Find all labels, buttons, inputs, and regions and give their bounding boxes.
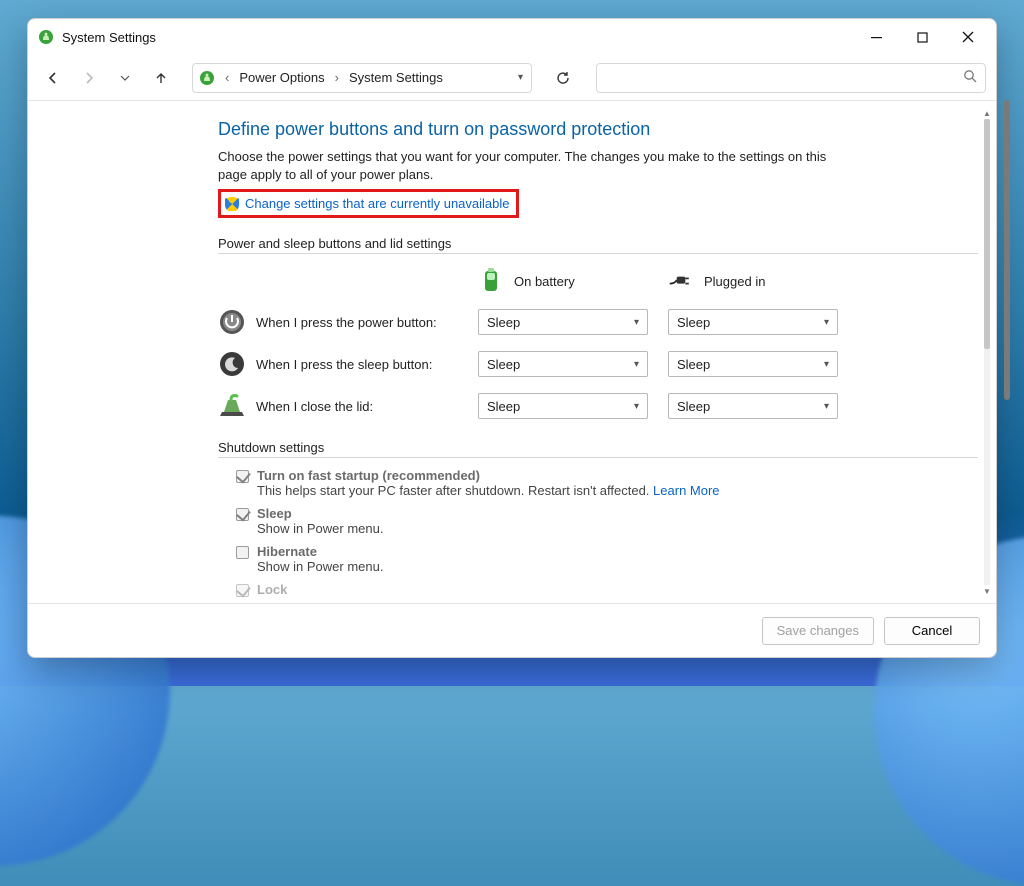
section-shutdown-label: Shutdown settings [218, 440, 978, 455]
back-button[interactable] [38, 63, 68, 93]
row-sleep-button: When I press the sleep button: [218, 350, 458, 378]
fast-startup-title: Turn on fast startup (recommended) [257, 468, 720, 483]
column-plugged-label: Plugged in [704, 274, 765, 289]
page-title: Define power buttons and turn on passwor… [218, 119, 978, 140]
refresh-button[interactable] [548, 63, 578, 93]
learn-more-link[interactable]: Learn More [653, 483, 719, 498]
row-label-text: When I press the sleep button: [256, 357, 432, 372]
up-button[interactable] [146, 63, 176, 93]
forward-button[interactable] [74, 63, 104, 93]
fast-startup-desc: This helps start your PC faster after sh… [257, 483, 720, 498]
navigation-bar: ‹ Power Options › System Settings ▾ [28, 55, 996, 101]
content-area: Define power buttons and turn on passwor… [28, 101, 996, 603]
save-button[interactable]: Save changes [762, 617, 874, 645]
column-plugged: Plugged in [668, 274, 838, 289]
close-lid-battery-select[interactable]: Sleep▾ [478, 393, 648, 419]
sleep-option: Sleep Show in Power menu. [236, 506, 978, 536]
plug-icon [668, 274, 694, 288]
chevron-down-icon: ▾ [634, 317, 639, 328]
sleep-button-plugged-select[interactable]: Sleep▾ [668, 351, 838, 377]
change-settings-link-highlighted: Change settings that are currently unava… [218, 189, 519, 218]
chevron-down-icon: ▾ [824, 401, 829, 412]
chevron-down-icon: ▾ [634, 401, 639, 412]
lock-title: Lock [257, 582, 287, 597]
scroll-down-icon[interactable]: ▼ [982, 585, 992, 597]
lock-checkbox[interactable] [236, 584, 249, 597]
row-label-text: When I close the lid: [256, 399, 373, 414]
power-settings-grid: On battery Plugged in When I press the p… [218, 268, 978, 420]
hibernate-checkbox[interactable] [236, 546, 249, 559]
scroll-up-icon[interactable]: ▲ [982, 107, 992, 119]
sleep-checkbox[interactable] [236, 508, 249, 521]
power-button-icon [218, 308, 246, 336]
hibernate-title: Hibernate [257, 544, 383, 559]
minimize-button[interactable] [854, 22, 898, 52]
footer: Save changes Cancel [28, 603, 996, 657]
battery-icon [478, 268, 504, 294]
power-button-battery-select[interactable]: Sleep▾ [478, 309, 648, 335]
breadcrumb-item[interactable]: Power Options [239, 70, 324, 85]
cancel-button[interactable]: Cancel [884, 617, 980, 645]
chevron-down-icon: ▾ [824, 359, 829, 370]
hibernate-desc: Show in Power menu. [257, 559, 383, 574]
sleep-title: Sleep [257, 506, 383, 521]
breadcrumb[interactable]: ‹ Power Options › System Settings ▾ [192, 63, 532, 93]
hibernate-option: Hibernate Show in Power menu. [236, 544, 978, 574]
recent-locations-button[interactable] [110, 63, 140, 93]
row-close-lid: When I close the lid: [218, 392, 458, 420]
breadcrumb-dropdown-icon[interactable]: ▾ [504, 72, 523, 83]
window-title: System Settings [62, 30, 156, 45]
close-button[interactable] [946, 22, 990, 52]
column-battery-label: On battery [514, 274, 575, 289]
fast-startup-checkbox[interactable] [236, 470, 249, 483]
maximize-button[interactable] [900, 22, 944, 52]
power-button-plugged-select[interactable]: Sleep▾ [668, 309, 838, 335]
breadcrumb-item[interactable]: System Settings [349, 70, 443, 85]
shutdown-section: Shutdown settings Turn on fast startup (… [218, 440, 978, 597]
search-box[interactable] [596, 63, 986, 93]
row-power-button: When I press the power button: [218, 308, 458, 336]
titlebar: System Settings [28, 19, 996, 55]
sleep-button-battery-select[interactable]: Sleep▾ [478, 351, 648, 377]
search-input[interactable] [605, 70, 963, 85]
fast-startup-option: Turn on fast startup (recommended) This … [236, 468, 978, 498]
content-scrollbar[interactable]: ▲ ▼ [980, 107, 994, 597]
shield-icon [225, 197, 239, 211]
sleep-button-icon [218, 350, 246, 378]
sleep-desc: Show in Power menu. [257, 521, 383, 536]
chevron-down-icon: ▾ [824, 317, 829, 328]
app-icon [38, 29, 54, 45]
laptop-lid-icon [218, 392, 246, 420]
scrollbar-thumb[interactable] [984, 119, 990, 349]
divider [218, 253, 978, 254]
chevron-right-icon: › [335, 70, 339, 85]
column-battery: On battery [478, 268, 648, 294]
divider [218, 457, 978, 458]
change-settings-link[interactable]: Change settings that are currently unava… [245, 196, 510, 211]
chevron-down-icon: ▾ [634, 359, 639, 370]
window: System Settings ‹ Power Options › System… [27, 18, 997, 658]
section-power-label: Power and sleep buttons and lid settings [218, 236, 978, 251]
chevron-left-icon: ‹ [225, 70, 229, 85]
row-label-text: When I press the power button: [256, 315, 437, 330]
lock-option: Lock [236, 582, 978, 597]
breadcrumb-icon [199, 70, 215, 86]
page-scrollbar-thumb[interactable] [1004, 100, 1010, 400]
page-subtext: Choose the power settings that you want … [218, 148, 858, 183]
close-lid-plugged-select[interactable]: Sleep▾ [668, 393, 838, 419]
search-icon [963, 69, 977, 86]
